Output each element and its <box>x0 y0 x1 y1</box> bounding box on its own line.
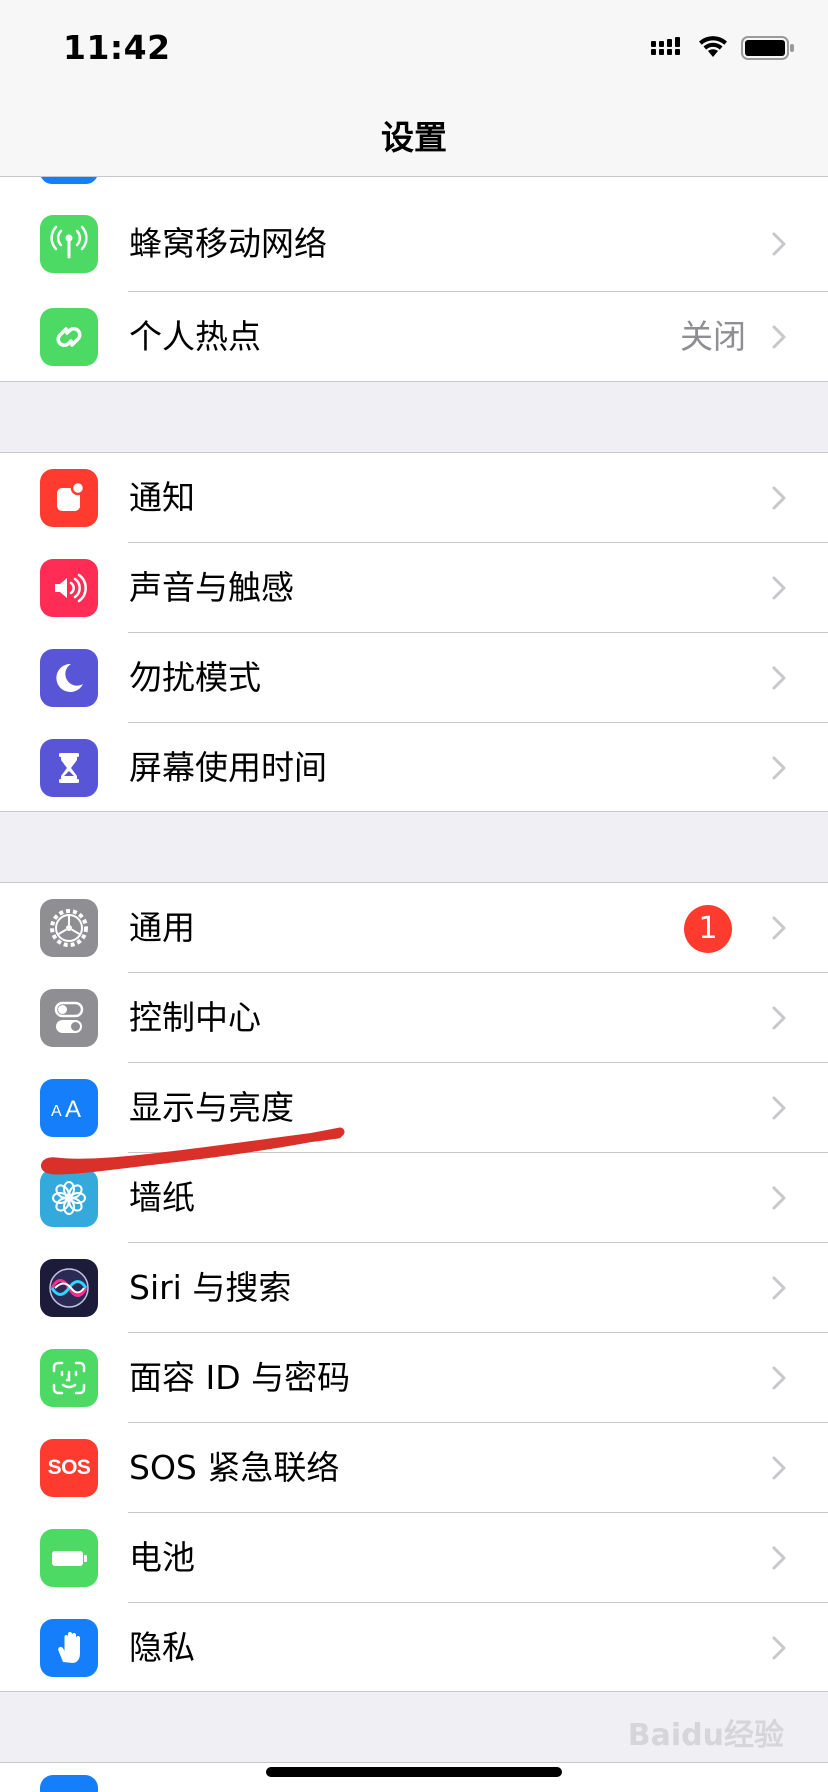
settings-row-siri[interactable]: Siri 与搜索 <box>0 1243 828 1333</box>
update-badge: 1 <box>684 905 732 953</box>
settings-row-notifications[interactable]: 通知 <box>0 453 828 543</box>
sos-icon: SOS <box>40 1439 98 1497</box>
chevron-right-icon <box>772 1456 786 1480</box>
moon-icon <box>40 649 98 707</box>
alerts-group: 通知 声音与触感 勿扰模式 屏幕使用时间 <box>0 452 828 812</box>
chevron-right-icon <box>772 486 786 510</box>
cellular-antenna-icon <box>40 215 98 273</box>
row-label: 个人热点 <box>129 317 261 356</box>
chevron-right-icon <box>772 1006 786 1030</box>
settings-row-general[interactable]: 通用 1 <box>0 883 828 973</box>
chevron-right-icon <box>772 1276 786 1300</box>
row-label: 声音与触感 <box>129 568 294 607</box>
partial-row-icon <box>40 1775 98 1792</box>
baidu-watermark: Baidu经验 <box>627 1718 784 1753</box>
cellular-signal-icon <box>651 37 680 55</box>
gear-icon <box>40 899 98 957</box>
settings-row-privacy[interactable]: 隐私 <box>0 1603 828 1693</box>
page-title: 设置 <box>381 118 447 157</box>
row-label: Siri 与搜索 <box>129 1268 292 1307</box>
settings-row-battery[interactable]: 电池 <box>0 1513 828 1603</box>
battery-setting-icon <box>40 1529 98 1587</box>
hand-icon <box>40 1619 98 1677</box>
hotspot-status-value: 关闭 <box>680 317 746 356</box>
settings-row-wallpaper[interactable]: 墙纸 <box>0 1153 828 1243</box>
row-label: SOS 紧急联络 <box>129 1448 340 1487</box>
row-label: 面容 ID 与密码 <box>129 1358 351 1397</box>
svg-text:A: A <box>51 1103 62 1120</box>
chevron-right-icon <box>772 325 786 349</box>
chevron-right-icon <box>772 1546 786 1570</box>
chevron-right-icon <box>772 666 786 690</box>
hourglass-icon <box>40 739 98 797</box>
row-label: 通用 <box>129 908 195 947</box>
settings-row-sounds[interactable]: 声音与触感 <box>0 543 828 633</box>
settings-row-do-not-disturb[interactable]: 勿扰模式 <box>0 633 828 723</box>
settings-row-face-id[interactable]: 面容 ID 与密码 <box>0 1333 828 1423</box>
settings-row-screen-time[interactable]: 屏幕使用时间 <box>0 723 828 813</box>
flower-icon <box>40 1169 98 1227</box>
settings-screen: 11:42 设置 蜂窝移动网络 个人热点 关闭 通知 声音与触感 勿扰模式 屏幕… <box>0 0 828 1792</box>
chevron-right-icon <box>772 1096 786 1120</box>
face-id-icon <box>40 1349 98 1407</box>
network-group: 蜂窝移动网络 个人热点 关闭 <box>0 177 828 382</box>
general-group: 通用 1 控制中心 AA 显示与亮度 墙纸 Siri 与搜索 面容 ID 与密码… <box>0 882 828 1692</box>
row-label: 屏幕使用时间 <box>129 748 327 787</box>
wifi-icon <box>699 36 727 57</box>
toggles-icon <box>40 989 98 1047</box>
siri-icon <box>40 1259 98 1317</box>
chevron-right-icon <box>772 1636 786 1660</box>
navigation-header: 11:42 设置 <box>0 0 828 177</box>
chevron-right-icon <box>772 1366 786 1390</box>
row-label: 勿扰模式 <box>129 658 261 697</box>
hotspot-link-icon <box>40 308 98 366</box>
status-time: 11:42 <box>63 28 171 67</box>
chevron-right-icon <box>772 576 786 600</box>
text-size-icon: AA <box>40 1079 98 1137</box>
settings-row-control-center[interactable]: 控制中心 <box>0 973 828 1063</box>
chevron-right-icon <box>772 756 786 780</box>
battery-icon <box>741 36 794 60</box>
row-label: 通知 <box>129 478 195 517</box>
sos-icon-text: SOS <box>47 1456 91 1479</box>
row-label: 电池 <box>129 1538 195 1577</box>
row-label: 墙纸 <box>129 1178 195 1217</box>
chevron-right-icon <box>772 916 786 940</box>
row-label: 隐私 <box>129 1628 195 1667</box>
row-label: 显示与亮度 <box>129 1088 294 1127</box>
speaker-icon <box>40 559 98 617</box>
notifications-icon <box>40 469 98 527</box>
settings-row-cellular[interactable]: 蜂窝移动网络 <box>0 177 828 292</box>
settings-row-emergency-sos[interactable]: SOS SOS 紧急联络 <box>0 1423 828 1513</box>
svg-text:A: A <box>65 1096 81 1123</box>
row-label: 控制中心 <box>129 998 261 1037</box>
row-label: 蜂窝移动网络 <box>129 224 327 263</box>
settings-row-hotspot[interactable]: 个人热点 关闭 <box>0 292 828 382</box>
home-indicator[interactable] <box>266 1767 562 1777</box>
settings-row-display-brightness[interactable]: AA 显示与亮度 <box>0 1063 828 1153</box>
chevron-right-icon <box>772 232 786 256</box>
chevron-right-icon <box>772 1186 786 1210</box>
